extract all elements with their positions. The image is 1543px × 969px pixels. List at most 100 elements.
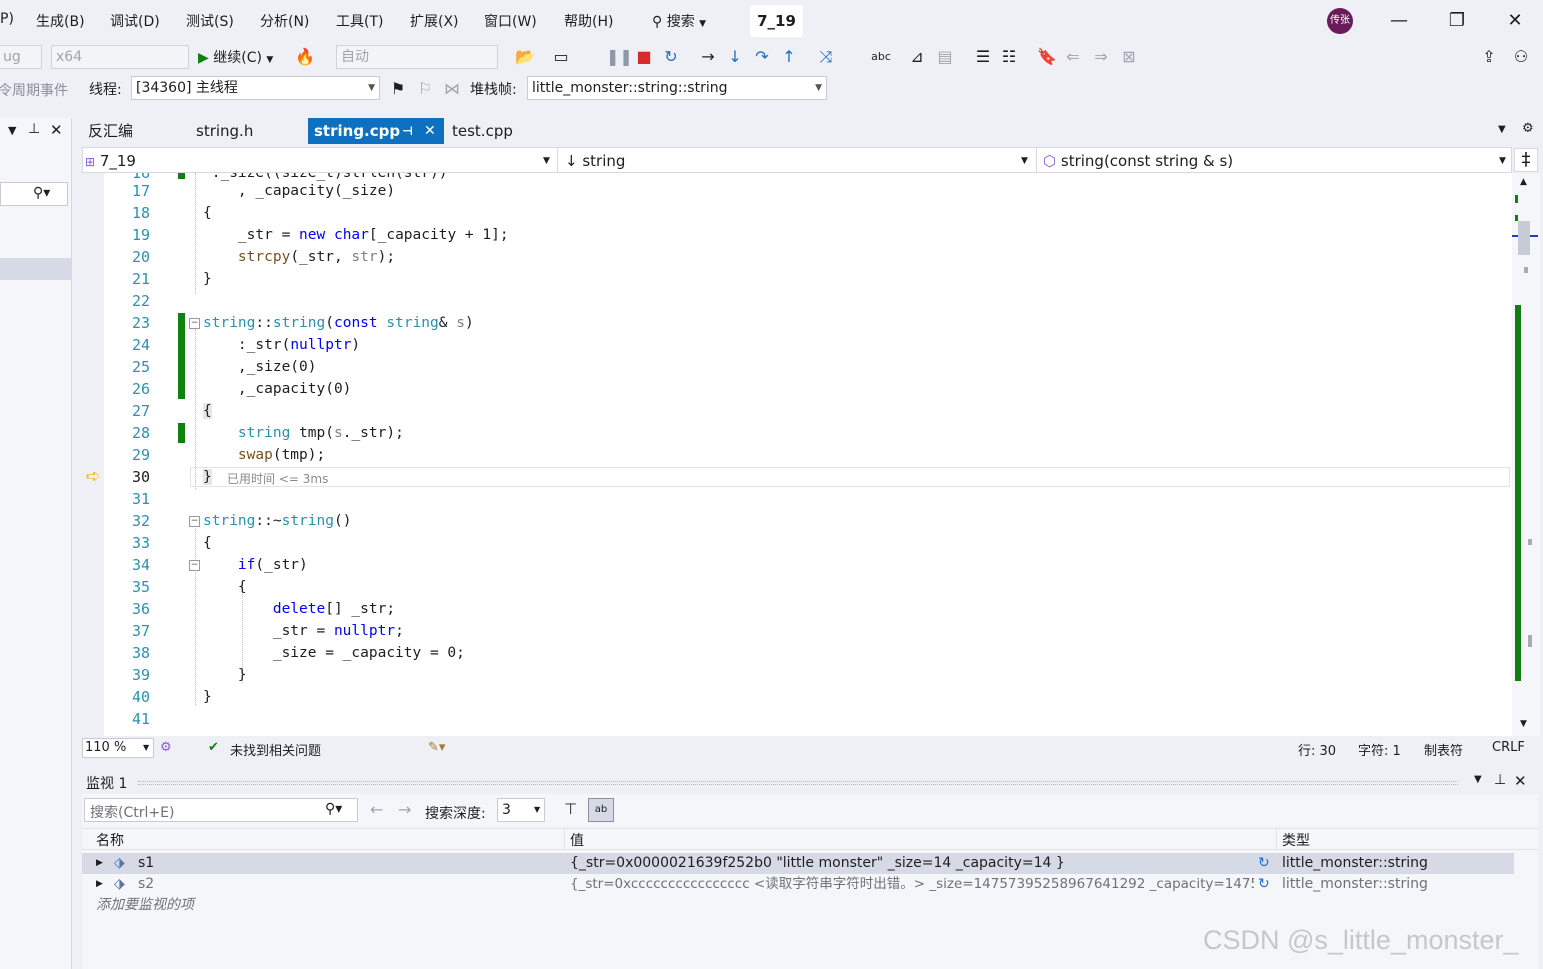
refresh-icon[interactable]: ↻: [1258, 853, 1270, 874]
hot-reload-icon[interactable]: 🔥: [294, 46, 316, 68]
restore-button[interactable]: ❐: [1442, 8, 1472, 34]
account-icon[interactable]: ⚇: [1510, 46, 1532, 68]
tab-list-icon[interactable]: ▼: [1498, 124, 1506, 135]
thread-combo[interactable]: [34360] 主线程 ▼: [131, 76, 380, 100]
tab-test-cpp[interactable]: test.cpp: [446, 118, 570, 144]
folder-icon[interactable]: 📂: [514, 46, 536, 68]
close-tab-icon[interactable]: ✕: [424, 118, 436, 144]
watch-value[interactable]: {_str=0x0000021639f252b0 "little monster…: [570, 853, 1250, 874]
platform-combo[interactable]: x64: [51, 45, 189, 69]
continue-button[interactable]: ▶ 继续(C) ▼: [198, 47, 273, 67]
step-out-icon[interactable]: ↑: [778, 46, 800, 68]
editor-scrollbar[interactable]: ▲ ▼: [1512, 173, 1540, 736]
char-indicator[interactable]: 字符: 1: [1358, 740, 1401, 759]
comment-icon[interactable]: ☰: [972, 46, 994, 68]
pin-icon[interactable]: ⊥: [28, 121, 40, 137]
flag-threads-icon[interactable]: ⚐: [414, 78, 436, 100]
uncomment-icon[interactable]: ☷: [998, 46, 1020, 68]
menu-build[interactable]: 生成(B): [36, 11, 85, 31]
menu-project[interactable]: P): [0, 11, 14, 27]
menu-analyze[interactable]: 分析(N): [260, 11, 309, 31]
standard-toolbar: ug x64 ▶ 继续(C) ▼ 🔥 自动 📂 ▭ ❚❚ ■ ↻ → ↓ ↷ ↑…: [0, 42, 1543, 72]
menu-help[interactable]: 帮助(H): [564, 11, 613, 31]
project-combo[interactable]: ⊞ 7_19 ▼: [85, 150, 555, 172]
code-editor[interactable]: ➪ 16 :_size((size_t)strlen(str)) 17 , _c…: [82, 173, 1512, 736]
show-next-statement-icon[interactable]: →: [697, 46, 719, 68]
scroll-up-icon[interactable]: ▲: [1520, 177, 1527, 187]
chevron-down-icon: ▼: [543, 156, 550, 166]
hex-view-icon[interactable]: ab: [588, 798, 614, 822]
eol-indicator[interactable]: CRLF: [1492, 740, 1525, 755]
scroll-thumb[interactable]: [1518, 221, 1530, 255]
scope-combo[interactable]: ↓ string ▼: [565, 150, 1035, 172]
pause-icon[interactable]: ❚❚: [606, 46, 633, 68]
next-bookmark-icon[interactable]: ⇒: [1090, 46, 1112, 68]
config-combo[interactable]: ug: [0, 45, 42, 69]
menu-window[interactable]: 窗口(W): [484, 11, 537, 31]
menu-debug[interactable]: 调试(D): [110, 11, 160, 31]
zoom-combo[interactable]: 110 % ▼: [82, 738, 154, 758]
search-menu[interactable]: ⚲ 搜索 ▼: [652, 11, 706, 31]
tab-string-h[interactable]: string.h: [190, 118, 308, 144]
scroll-down-icon[interactable]: ▼: [1520, 719, 1527, 729]
panel-search-input[interactable]: ⚲▾: [0, 182, 68, 206]
auto-combo[interactable]: 自动: [336, 45, 498, 69]
close-window-button[interactable]: ✕: [1500, 8, 1530, 34]
search-next-icon[interactable]: →: [398, 800, 411, 819]
close-icon[interactable]: ✕: [1514, 772, 1527, 790]
panel-selected-item[interactable]: [0, 258, 71, 280]
window-dropdown-icon[interactable]: ▼: [1474, 774, 1482, 785]
flag-icon[interactable]: ⚑: [387, 78, 409, 100]
pin-to-source-icon[interactable]: ⊤: [564, 800, 577, 818]
expand-icon[interactable]: ▶: [96, 874, 103, 895]
clear-bookmarks-icon[interactable]: ⊠: [1118, 46, 1140, 68]
tabs-indicator[interactable]: 制表符: [1424, 740, 1463, 759]
step-over-icon[interactable]: ↷: [751, 46, 773, 68]
watch-value[interactable]: {_str=0xcccccccccccccccc <读取字符串字符时出错。> _…: [570, 874, 1254, 895]
add-watch-item[interactable]: 添加要监视的项: [82, 895, 1514, 916]
watch-row[interactable]: ▶ ⬗ s2 {_str=0xcccccccccccccccc <读取字符串字符…: [82, 874, 1514, 895]
issues-status[interactable]: 未找到相关问题: [230, 740, 321, 759]
watch-row[interactable]: ▶ ⬗ s1 {_str=0x0000021639f252b0 "little …: [82, 853, 1514, 874]
outdent-icon[interactable]: ▤: [934, 46, 956, 68]
pin-icon[interactable]: ⊣: [402, 118, 413, 144]
lifecycle-events[interactable]: 令周期事件: [0, 80, 68, 100]
tab-string-cpp[interactable]: string.cpp ⊣ ✕: [308, 118, 444, 144]
tab-disassembly[interactable]: 反汇编: [82, 118, 182, 144]
frame-icon[interactable]: ⋈: [441, 78, 463, 100]
pin-icon[interactable]: ⊥: [1494, 772, 1506, 788]
restart-icon[interactable]: ↻: [660, 46, 682, 68]
avatar[interactable]: 传张: [1327, 8, 1353, 34]
breakpoint-toggle-icon[interactable]: ⊿: [906, 46, 928, 68]
line-indicator[interactable]: 行: 30: [1298, 740, 1336, 759]
member-combo[interactable]: ⬡ string(const string & s) ▼: [1043, 150, 1509, 172]
column-value[interactable]: 值: [570, 830, 584, 850]
cleanup-icon[interactable]: ✎▾: [428, 740, 445, 755]
search-prev-icon[interactable]: ←: [370, 800, 383, 819]
scope-icon: ↓: [565, 152, 578, 170]
intellicode-icon[interactable]: ⚙: [160, 740, 172, 755]
stackframe-combo[interactable]: little_monster::string::string ▼: [527, 76, 827, 100]
menu-test[interactable]: 测试(S): [186, 11, 234, 31]
panel-dropdown-icon[interactable]: ▼: [8, 124, 16, 137]
depth-combo[interactable]: 3 ▼: [497, 798, 545, 822]
column-name[interactable]: 名称: [96, 830, 124, 850]
stop-icon[interactable]: ■: [633, 46, 655, 68]
step-into-icon[interactable]: ↓: [724, 46, 746, 68]
watch-search-input[interactable]: 搜索(Ctrl+E) ⚲▾: [84, 798, 358, 822]
window-icon[interactable]: ▭: [550, 46, 572, 68]
menu-extensions[interactable]: 扩展(X): [410, 11, 459, 31]
share-icon[interactable]: ⇪: [1478, 46, 1500, 68]
expand-icon[interactable]: ▶: [96, 853, 103, 874]
minimize-button[interactable]: —: [1384, 8, 1414, 34]
refresh-icon[interactable]: ↻: [1258, 874, 1270, 895]
prev-bookmark-icon[interactable]: ⇐: [1062, 46, 1084, 68]
spellcheck-icon[interactable]: abc: [870, 46, 892, 68]
gear-icon[interactable]: ⚙: [1522, 121, 1534, 136]
bookmark-icon[interactable]: 🔖: [1036, 46, 1058, 68]
menu-tools[interactable]: 工具(T): [336, 11, 383, 31]
column-type[interactable]: 类型: [1282, 830, 1310, 850]
split-editor-icon[interactable]: ‡: [1514, 148, 1538, 172]
close-icon[interactable]: ✕: [50, 121, 63, 139]
diagnostics-icon[interactable]: ⤨: [815, 46, 837, 68]
